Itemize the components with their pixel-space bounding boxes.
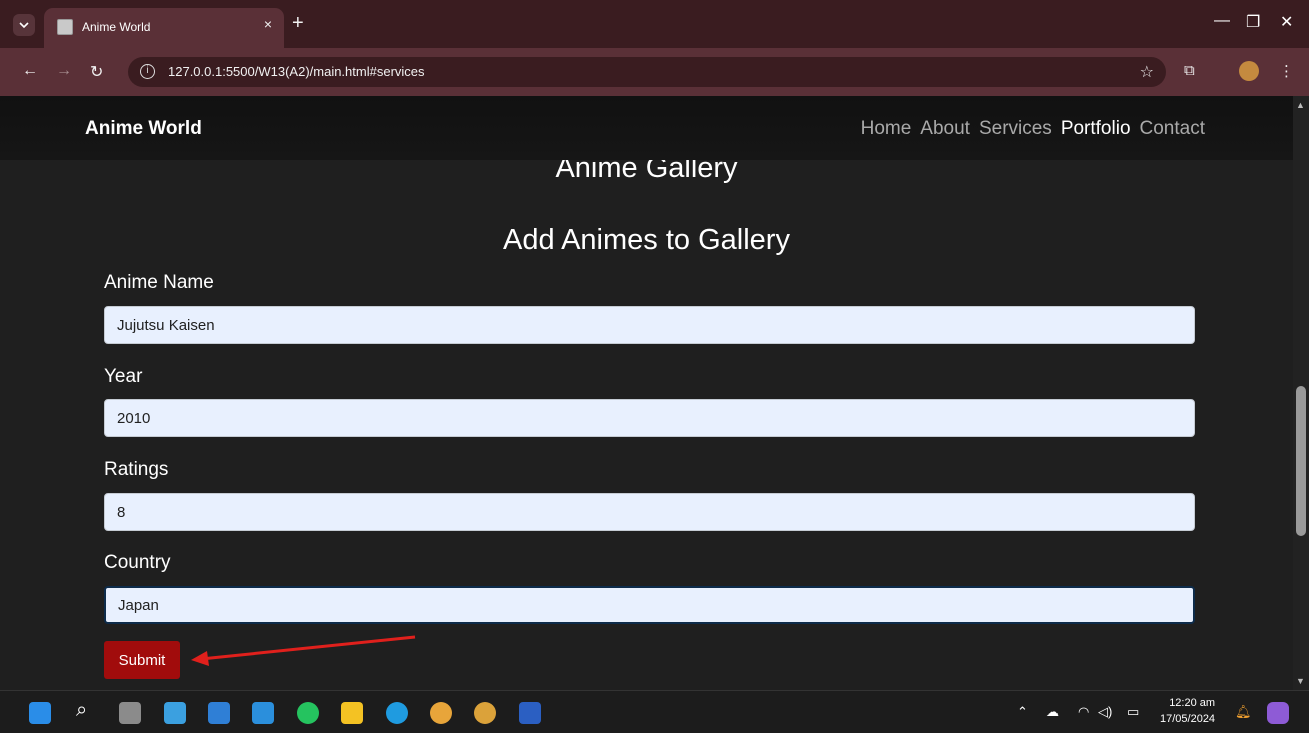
scroll-down-icon[interactable]: ▼ [1296,676,1305,686]
country-label: Country [104,552,171,573]
copilot-icon[interactable] [1267,702,1289,724]
whatsapp-icon[interactable] [297,702,319,724]
scrollbar-thumb[interactable] [1296,386,1306,536]
scroll-up-icon[interactable]: ▲ [1296,100,1305,110]
windows-taskbar: ⌕ ⌃ ☁ ◠ ◁) ▭ 12:20 am 17/05/2024 🔔︎ [0,690,1309,733]
tray-overflow-icon[interactable]: ⌃ [1017,704,1028,720]
extensions-icon[interactable]: ⧉ [1184,62,1195,79]
notification-bell-icon[interactable]: 🔔︎ [1235,704,1252,720]
profile-avatar[interactable] [1239,61,1259,81]
bookmark-star-icon[interactable]: ☆ [1140,62,1154,82]
restore-button[interactable]: ❐ [1246,12,1260,32]
browser-tabstrip: Anime World × + — ❐ ✕ [0,0,1309,48]
site-info-icon[interactable]: i [140,64,155,79]
onedrive-icon[interactable]: ☁ [1046,704,1059,720]
site-navbar: Anime World Home About Services Portfoli… [0,96,1293,160]
volume-icon[interactable]: ◁) [1098,704,1112,720]
favicon-icon [57,19,73,35]
vscode-icon[interactable] [252,702,274,724]
wifi-icon[interactable]: ◠ [1078,704,1089,720]
clock[interactable]: 12:20 am 17/05/2024 [1160,695,1215,727]
form-title: Add Animes to Gallery [503,224,790,256]
ratings-input[interactable] [104,493,1195,531]
edge-icon[interactable] [386,702,408,724]
mail-icon[interactable] [208,702,230,724]
back-icon[interactable]: ← [22,62,38,80]
address-bar[interactable]: i 127.0.0.1:5500/W13(A2)/main.html#servi… [128,57,1166,87]
anime-name-label: Anime Name [104,272,214,293]
annotation-arrow-icon [191,635,416,666]
nav-portfolio[interactable]: Portfolio [1061,118,1131,140]
battery-icon[interactable]: ▭ [1127,704,1139,720]
minimize-button[interactable]: — [1214,12,1230,30]
browser-tab[interactable]: Anime World × [44,8,284,48]
tab-close-button[interactable]: × [264,16,272,32]
year-label: Year [104,366,143,387]
ratings-label: Ratings [104,459,169,480]
search-icon[interactable]: ⌕ [76,699,87,722]
widgets-icon[interactable] [164,702,186,724]
clock-date: 17/05/2024 [1160,713,1216,725]
nav-contact[interactable]: Contact [1140,118,1205,140]
year-input[interactable] [104,399,1195,437]
close-window-button[interactable]: ✕ [1280,12,1293,32]
submit-button[interactable]: Submit [104,641,180,679]
start-icon[interactable] [29,702,51,724]
chevron-down-icon [19,22,29,29]
reload-icon[interactable]: ↻ [90,62,103,82]
country-input[interactable] [104,586,1195,624]
url-text[interactable]: 127.0.0.1:5500/W13(A2)/main.html#service… [168,64,425,79]
tab-title: Anime World [82,20,151,34]
nav-links: Home About Services Portfolio Contact [861,118,1205,140]
browser-toolbar: ← → ↻ i 127.0.0.1:5500/W13(A2)/main.html… [0,48,1309,96]
nav-home[interactable]: Home [861,118,912,140]
menu-kebab-icon[interactable]: ⋮ [1279,62,1294,80]
file-explorer-icon[interactable] [341,702,363,724]
tab-search-button[interactable] [13,14,35,36]
nav-services[interactable]: Services [979,118,1052,140]
new-tab-button[interactable]: + [292,13,304,33]
page-scrollbar[interactable]: ▲ ▼ [1293,96,1309,690]
chrome-icon[interactable] [430,702,452,724]
site-brand[interactable]: Anime World [85,118,202,140]
nav-about[interactable]: About [920,118,970,140]
chrome-active-icon[interactable] [474,702,496,724]
forward-icon[interactable]: → [56,62,72,80]
anime-name-input[interactable] [104,306,1195,344]
word-icon[interactable] [519,702,541,724]
page-viewport: Anime Gallery Anime World Home About Ser… [0,96,1293,690]
task-view-icon[interactable] [119,702,141,724]
clock-time: 12:20 am [1169,697,1216,709]
